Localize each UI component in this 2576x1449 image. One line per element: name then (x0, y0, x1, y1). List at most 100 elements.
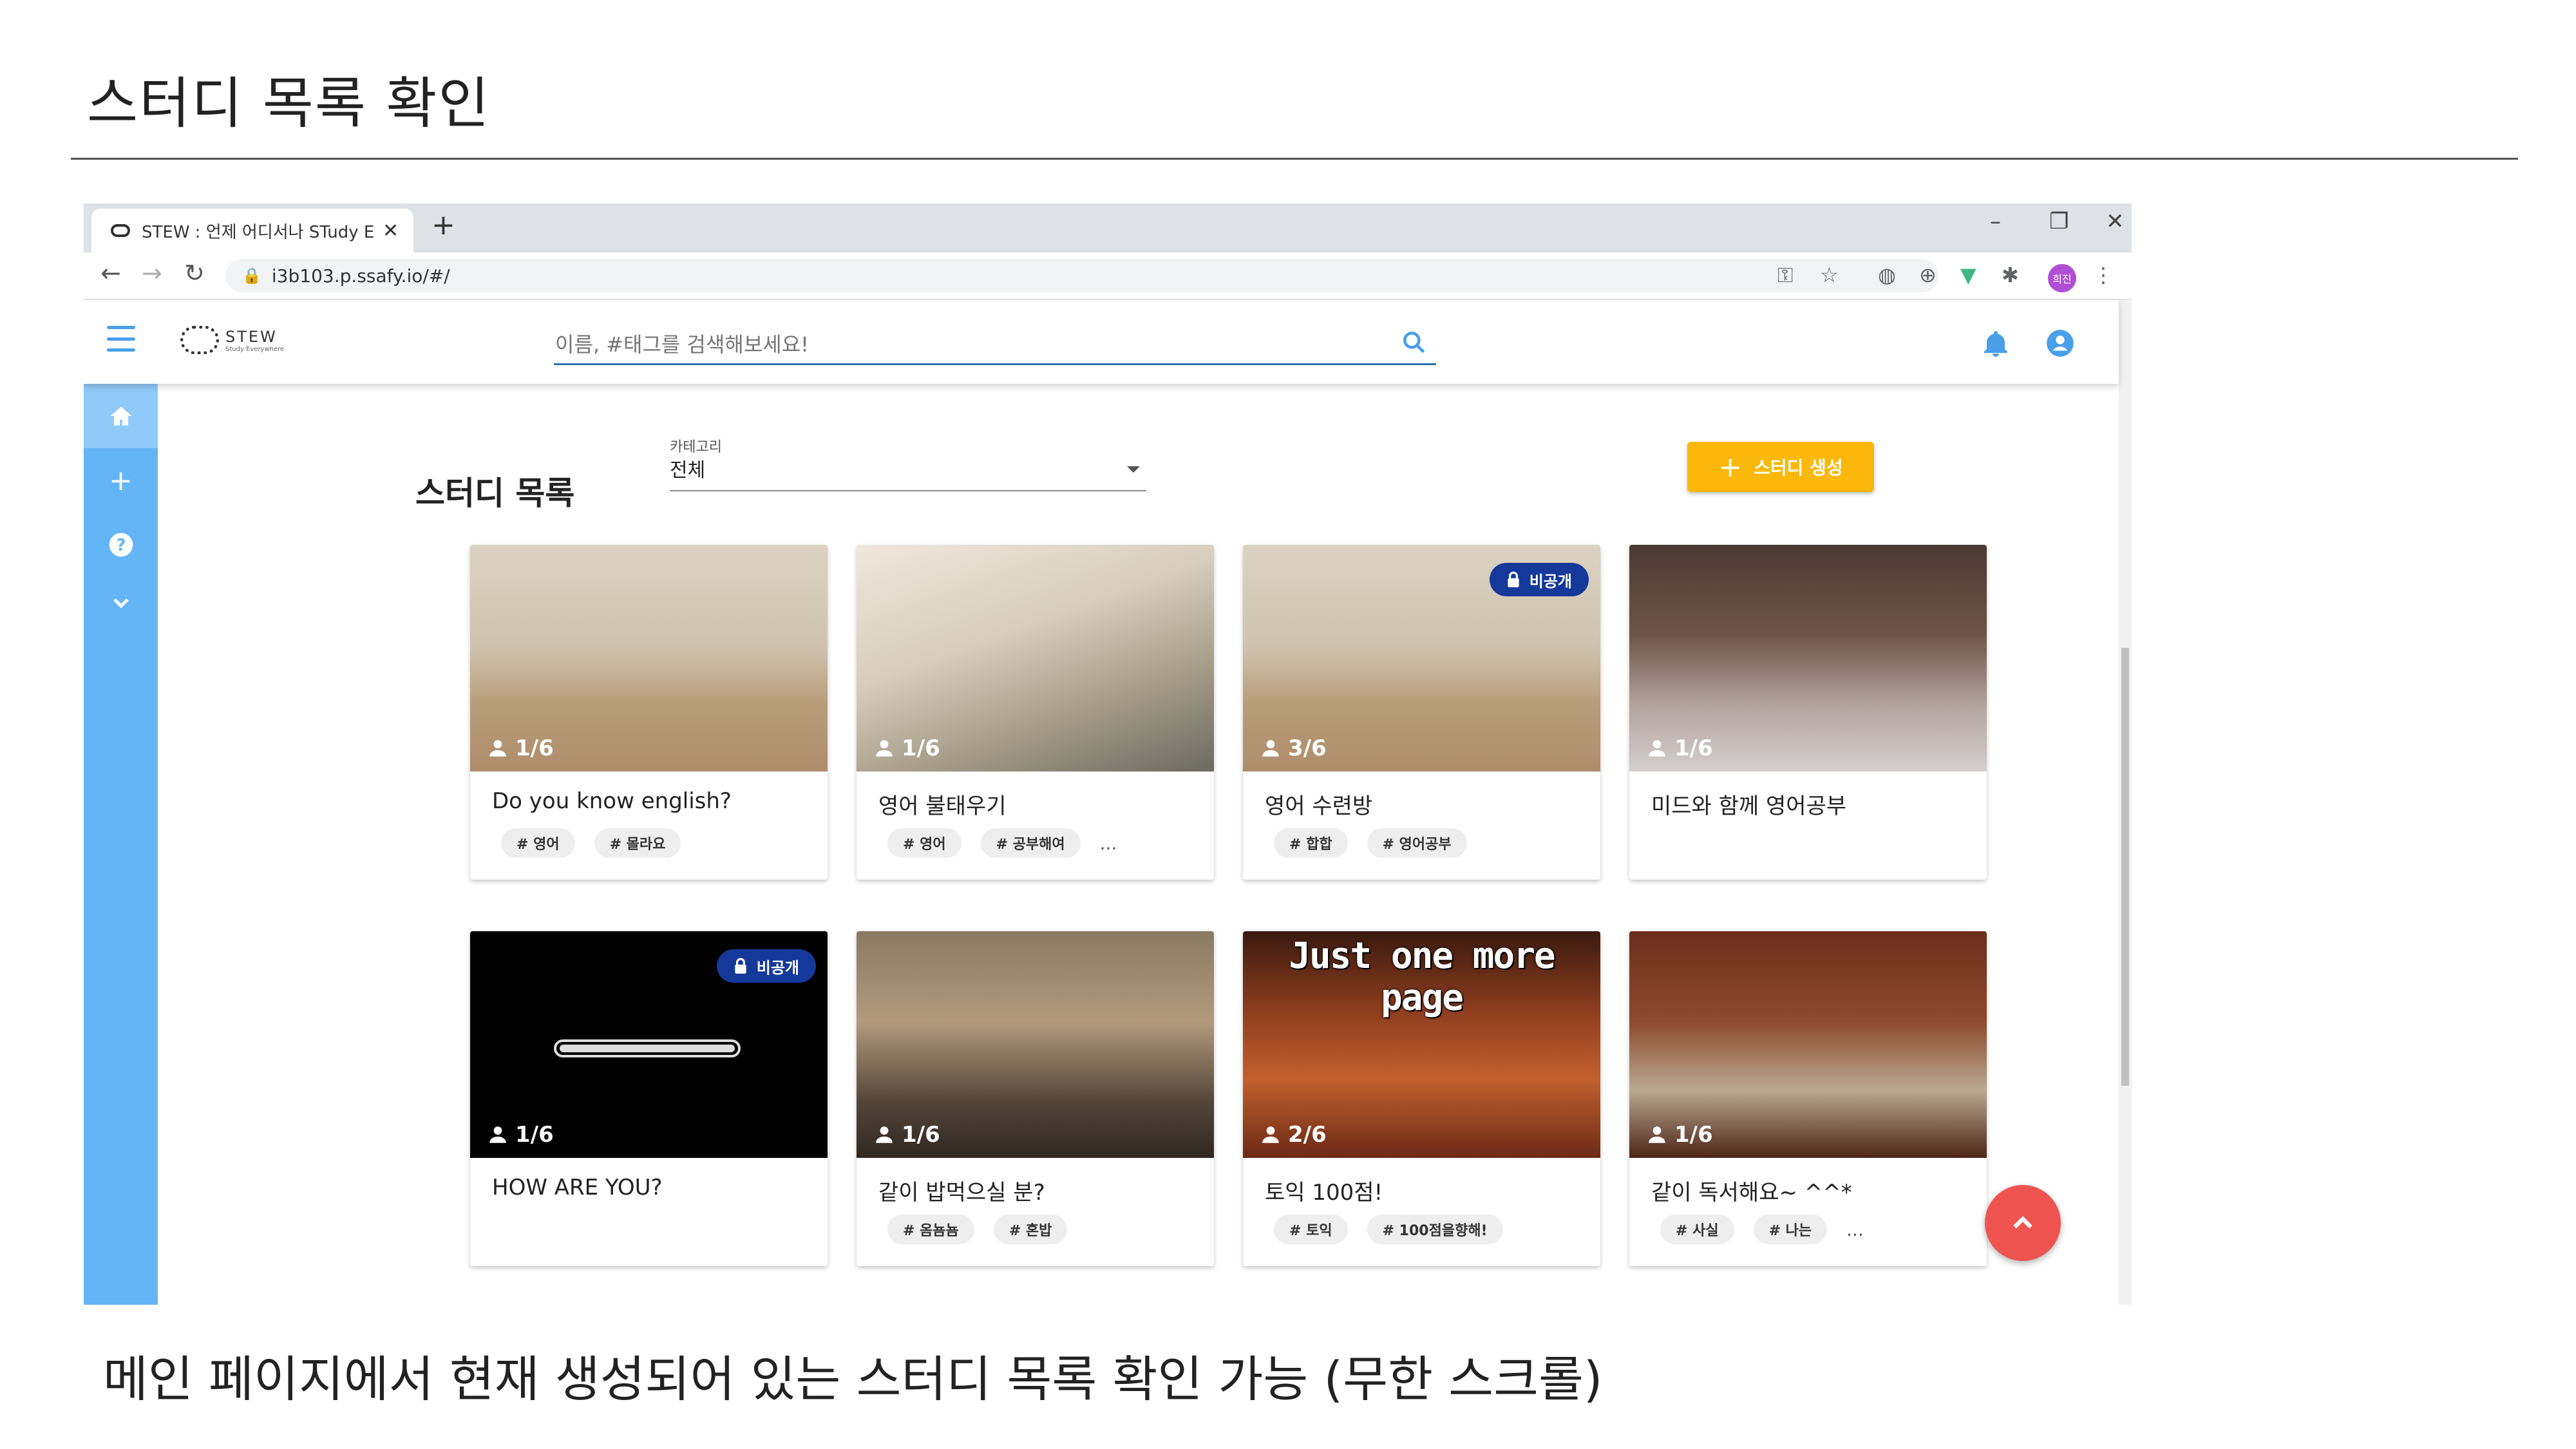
browser-window: STEW : 언제 어디서나 STudy Ev ✕ + – ❐ ✕ ← → ↻ … (84, 204, 2132, 1305)
tab-close-icon[interactable]: ✕ (383, 220, 399, 242)
study-title: HOW ARE YOU? (492, 1175, 663, 1200)
logo-icon (180, 326, 219, 354)
profile-avatar[interactable]: 희진 (2048, 264, 2076, 292)
tag-chip[interactable]: # 토익 (1274, 1215, 1348, 1244)
tag-chip[interactable]: # 영어공부 (1367, 828, 1467, 858)
member-count: 2/6 (1260, 1122, 1327, 1148)
close-window-icon[interactable]: ✕ (2106, 209, 2125, 234)
tag-chip[interactable]: # 영어 (501, 828, 575, 858)
omnibox[interactable]: 🔒 i3b103.p.ssafy.io/#/ (225, 259, 1938, 292)
slide-title: 스터디 목록 확인 (87, 71, 491, 136)
study-card[interactable]: 1/6 Do you know english? # 영어 # 몰라요 (470, 545, 828, 880)
study-title: Do you know english? (492, 788, 732, 814)
lock-icon (735, 958, 746, 974)
category-select[interactable]: 전체 (670, 455, 1146, 491)
scrollbar[interactable] (2119, 300, 2132, 1305)
tag-chip[interactable]: # 영어 (887, 828, 961, 858)
member-count-text: 1/6 (515, 1122, 554, 1148)
chevron-down-icon (113, 598, 129, 609)
create-study-label: 스터디 생성 (1754, 457, 1843, 478)
member-count-text: 1/6 (902, 1122, 940, 1148)
study-title: 미드와 함께 영어공부 (1651, 793, 1847, 819)
tag-chip[interactable]: # 사실 (1660, 1215, 1734, 1244)
tag-chip[interactable]: # 혼밥 (993, 1215, 1068, 1244)
account-icon[interactable] (2044, 327, 2076, 359)
tag-list: # 사실 # 나는... (1660, 1215, 1864, 1244)
create-study-button[interactable]: + 스터디 생성 (1687, 442, 1874, 492)
study-thumbnail: Just one more page 2/6 (1243, 931, 1600, 1158)
tag-chip[interactable]: # 몰라요 (594, 828, 681, 858)
page-title: 스터디 목록 (415, 475, 575, 512)
reload-icon[interactable]: ↻ (184, 259, 205, 287)
person-icon (489, 740, 506, 757)
study-card[interactable]: 1/6 같이 밥먹으실 분? # 옴뇸뇸 # 혼밥 (857, 931, 1214, 1266)
sidebar-item-help[interactable]: ? (84, 513, 158, 577)
bell-icon[interactable] (1980, 328, 2011, 359)
tab-strip: STEW : 언제 어디서나 STudy Ev ✕ + – ❐ ✕ (84, 204, 2132, 252)
scroll-top-button[interactable] (1985, 1185, 2061, 1261)
sidebar-item-home[interactable] (84, 384, 158, 448)
puzzle-icon[interactable]: ✱ (2002, 263, 2019, 287)
vue-icon[interactable]: ▼ (1960, 263, 1976, 287)
logo-subtitle: Study Everywhere (225, 345, 285, 353)
study-card[interactable]: Just one more page 2/6 토익 100점! # 토익 # 100점을… (1243, 931, 1600, 1266)
tag-chip[interactable]: # 공부해여 (980, 828, 1081, 858)
back-icon[interactable]: ← (100, 259, 121, 287)
search-icon[interactable] (1400, 328, 1428, 357)
member-count-text: 3/6 (1288, 735, 1327, 761)
person-icon (1649, 1126, 1665, 1143)
sidebar-item-add[interactable]: + (84, 448, 158, 513)
tag-chip[interactable]: # 합합 (1274, 828, 1348, 858)
member-count-text: 1/6 (902, 735, 940, 761)
sidebar-item-expand[interactable] (84, 571, 158, 635)
search-bar (554, 326, 1436, 365)
study-thumbnail: 1/6 (857, 545, 1214, 772)
menu-dots-icon[interactable]: ⋮ (2093, 263, 2114, 287)
minimize-icon[interactable]: – (1990, 209, 2001, 234)
new-tab-icon[interactable]: + (431, 209, 455, 242)
url-text: i3b103.p.ssafy.io/#/ (271, 265, 450, 287)
star-icon[interactable]: ☆ (1820, 263, 1839, 287)
hamburger-icon[interactable] (107, 326, 135, 352)
study-card[interactable]: 1/6 영어 불태우기 # 영어 # 공부해여... (857, 545, 1214, 880)
member-count: 1/6 (873, 1122, 940, 1148)
extension-icon[interactable]: ◍ (1878, 263, 1896, 287)
study-card[interactable]: 비공개 3/6 영어 수련방 # 합합 # 영어공부 (1243, 545, 1600, 880)
study-thumbnail: 비공개 3/6 (1243, 545, 1600, 772)
member-count: 1/6 (1646, 1122, 1713, 1148)
app-bar: STEW Study Everywhere (84, 300, 2119, 384)
tag-chip[interactable]: # 나는 (1753, 1215, 1828, 1244)
search-input[interactable] (554, 326, 1374, 363)
person-icon (1262, 740, 1279, 757)
logo-name: STEW (225, 327, 278, 346)
study-card[interactable]: 비공개 1/6 HOW ARE YOU? (470, 931, 828, 1266)
restore-icon[interactable]: ❐ (2049, 209, 2069, 234)
scrollbar-thumb[interactable] (2121, 648, 2129, 1086)
globe-icon[interactable]: ⊕ (1919, 263, 1937, 287)
tag-chip[interactable]: # 옴뇸뇸 (887, 1215, 974, 1244)
category-label: 카테고리 (670, 439, 722, 455)
study-card[interactable]: 1/6 미드와 함께 영어공부 (1629, 545, 1987, 880)
study-title: 토익 100점! (1265, 1180, 1383, 1206)
person-icon (876, 1126, 893, 1143)
browser-tab[interactable]: STEW : 언제 어디서나 STudy Ev ✕ (91, 209, 413, 252)
member-count: 1/6 (487, 1122, 554, 1148)
person-icon (1262, 1126, 1279, 1143)
slide-caption: 메인 페이지에서 현재 생성되어 있는 스터디 목록 확인 가능 (무한 스크롤… (103, 1350, 1603, 1408)
study-title: 같이 밥먹으실 분? (878, 1180, 1045, 1206)
private-label: 비공개 (756, 958, 799, 977)
study-thumbnail: 1/6 (857, 931, 1214, 1158)
loading-bar-graphic (554, 1039, 741, 1057)
tag-list: # 영어 # 공부해여... (887, 828, 1117, 858)
favicon-icon (111, 224, 130, 237)
study-thumbnail: 비공개 1/6 (470, 931, 828, 1158)
tag-chip[interactable]: # 100점을향해! (1367, 1215, 1503, 1244)
member-count-text: 1/6 (1674, 735, 1713, 761)
member-count: 1/6 (487, 735, 554, 761)
logo[interactable]: STEW Study Everywhere (180, 326, 284, 354)
study-card[interactable]: 1/6 같이 독서해요~ ^^* # 사실 # 나는... (1629, 931, 1987, 1266)
key-icon[interactable]: ⚿ (1777, 263, 1793, 288)
private-badge: 비공개 (716, 949, 816, 983)
person-icon (489, 1126, 506, 1143)
forward-icon[interactable]: → (142, 259, 162, 287)
